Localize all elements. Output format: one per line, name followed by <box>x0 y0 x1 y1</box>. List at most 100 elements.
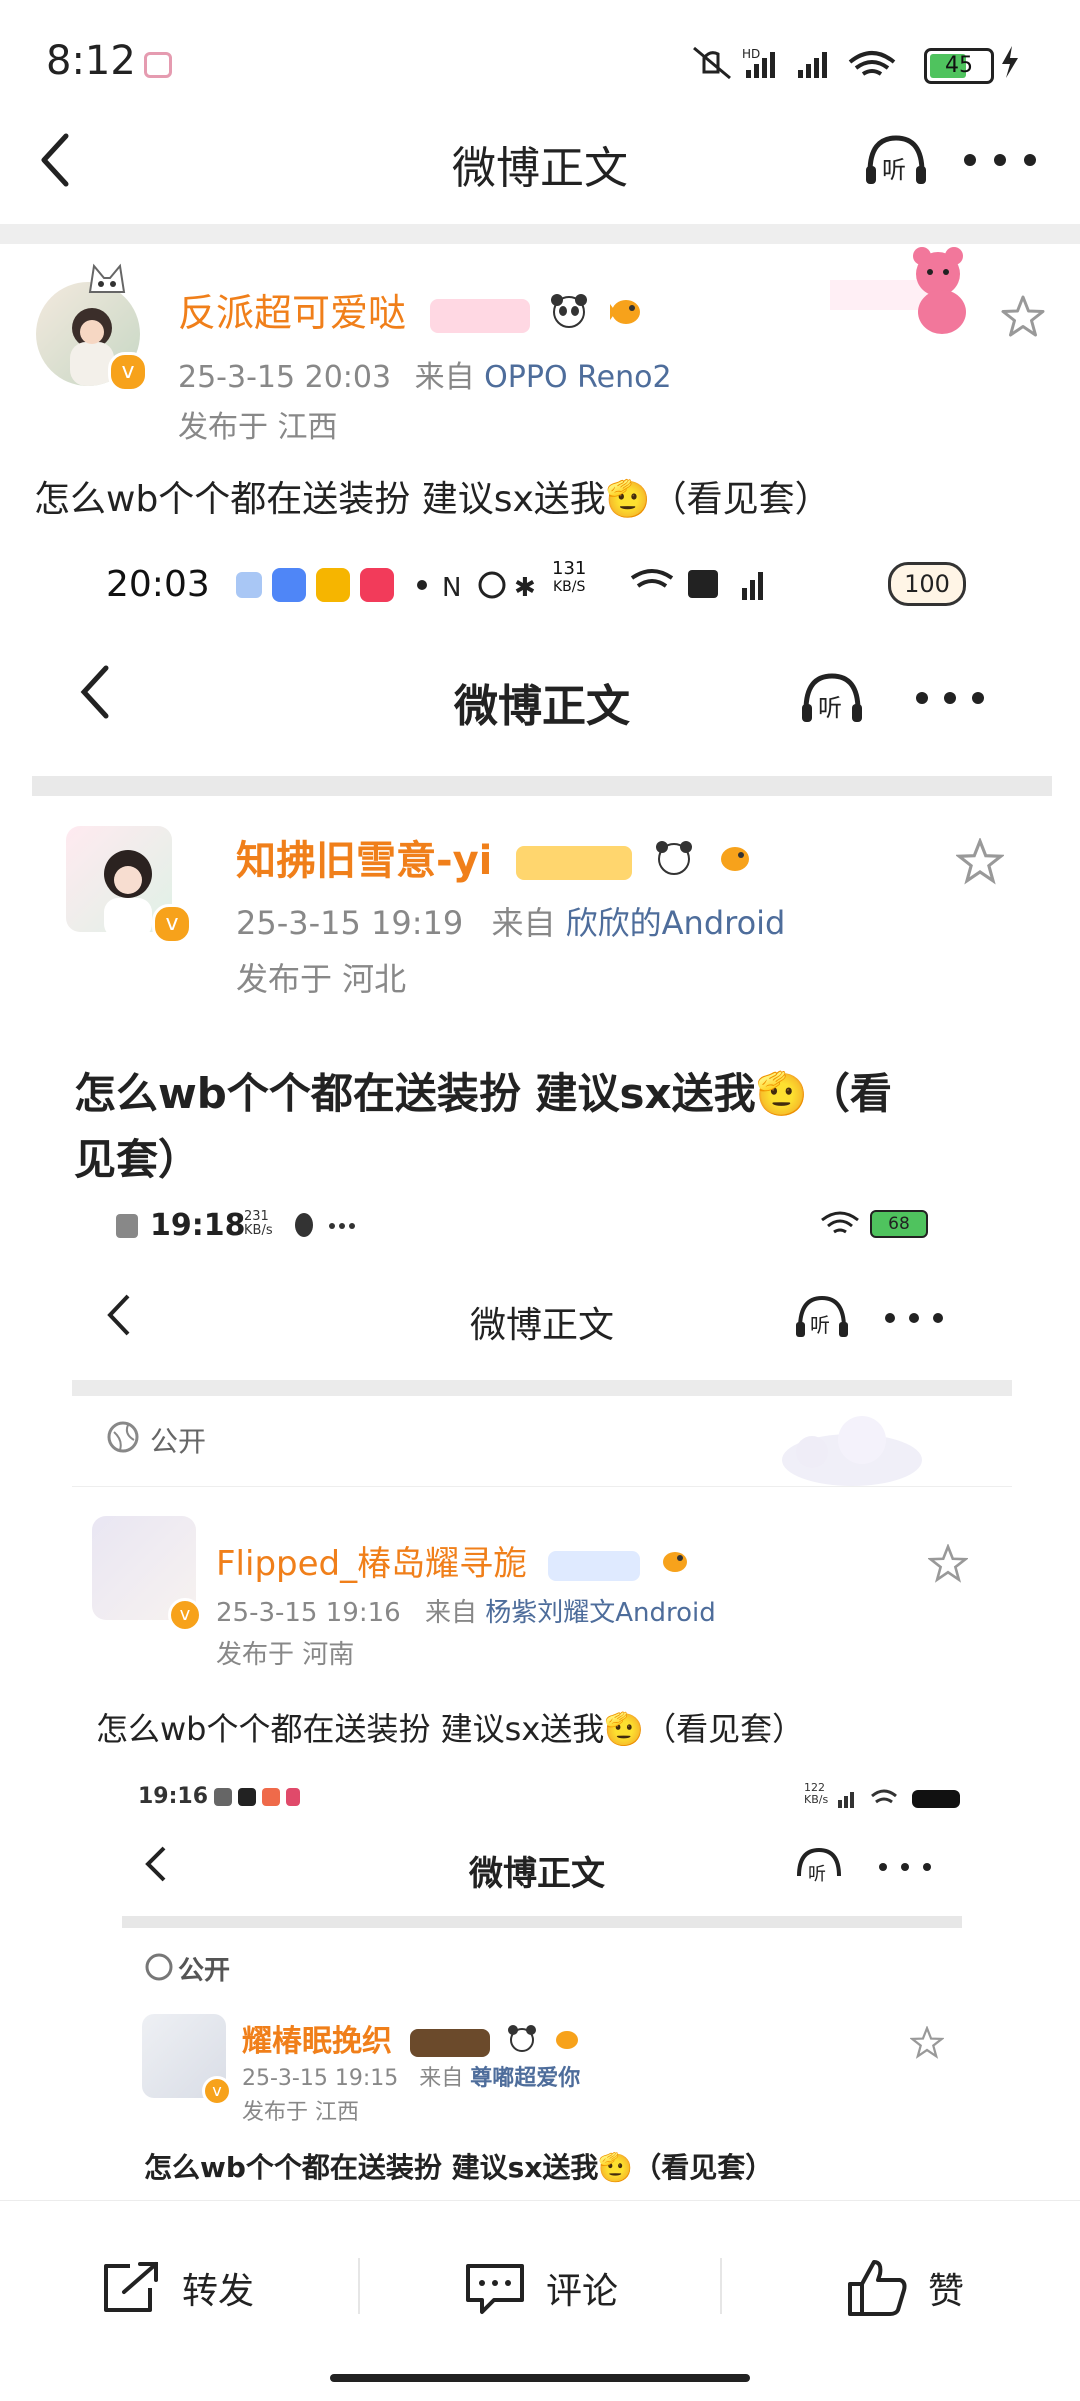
shot2-username: Flipped_椿岛耀寻旎 <box>216 1536 691 1587</box>
repost-button[interactable]: 转发 <box>100 2250 254 2326</box>
comment-label: 评论 <box>546 2271 619 2312</box>
shot2-badge-icon <box>547 1550 640 1581</box>
action-separator <box>720 2258 722 2314</box>
svg-text:听: 听 <box>808 1864 826 1885</box>
bear-decoration-icon <box>830 247 966 334</box>
shot1-meta: 25-3-15 19:19 来自 欣欣的Android <box>236 904 786 942</box>
hd-label: HD <box>742 47 760 61</box>
shot2-location: 发布于 河南 <box>216 1640 355 1670</box>
home-indicator[interactable] <box>330 2374 750 2382</box>
shot3-panda-icon <box>507 2024 537 2062</box>
svg-text:听: 听 <box>810 1313 830 1337</box>
action-separator <box>358 2258 360 2314</box>
shot2-divider <box>72 1380 1012 1396</box>
notification-icon <box>144 52 172 78</box>
shot2-visibility: 公开 <box>150 1425 207 1458</box>
shot2-more-icon <box>885 1313 943 1323</box>
svg-text:听: 听 <box>818 694 842 722</box>
shot3-verified-icon: v <box>202 2076 232 2106</box>
shot1-title: 微博正文 <box>454 681 630 732</box>
post-location: 发布于 江西 <box>178 410 338 445</box>
shot2-listen-icon: 听 <box>796 1295 848 1337</box>
shot3-text: 怎么wb个个都在送装扮 建议sx送我🫡（看见套） <box>144 2151 774 2184</box>
post-text: 怎么wb个个都在送装扮 建议sx送我🫡（看见套） <box>34 479 831 520</box>
thumbs-up-icon <box>848 2260 907 2316</box>
status-time: 8:12 <box>46 38 136 84</box>
shot1-username: 知拂旧雪意-yi <box>236 828 754 888</box>
fish-icon <box>606 292 644 339</box>
shot2-app-icon <box>116 1214 138 1238</box>
shot3-divider <box>122 1916 962 1928</box>
signal-icon-2 <box>798 52 827 78</box>
like-button[interactable]: 赞 <box>846 2250 964 2326</box>
shot1-verified-icon: v <box>152 904 192 944</box>
repost-icon <box>104 2262 158 2312</box>
shot3-title: 微博正文 <box>469 1854 605 1894</box>
embedded-screenshot-1[interactable]: 20:03 N ✱ 131 KB/S 100 微博正文 听 v 知拂旧雪意-yi <box>32 540 1052 2210</box>
embedded-screenshot-3: 19:16 122 KB/s 微博正文 听 公开 v 耀椿眠挽织 25-3-15 … <box>92 1780 982 2200</box>
shot2-title: 微博正文 <box>469 1305 614 1346</box>
charging-icon <box>1002 46 1018 78</box>
shot3-globe-icon <box>145 1953 173 1981</box>
shot2-speed: 231 KB/s <box>244 1209 273 1238</box>
post-username[interactable]: 反派超可爱哒 <box>178 282 644 339</box>
shot1-battery: 100 <box>888 562 966 606</box>
shot3-star-icon <box>910 2026 944 2059</box>
shot1-panda-icon <box>654 838 694 888</box>
like-label: 赞 <box>928 2271 965 2312</box>
cat-decoration-icon <box>88 263 126 293</box>
shot2-status-time: 19:18 <box>150 1208 246 1243</box>
shot3-badge-icon <box>410 2028 491 2057</box>
shot1-status-time: 20:03 <box>106 564 210 605</box>
comment-icon <box>466 2264 524 2314</box>
shot3-username: 耀椿眠挽织 <box>242 2016 581 2062</box>
post-meta: 25-3-15 20:03 来自 OPPO Reno2 <box>178 360 672 395</box>
shot3-app-icons <box>214 1788 300 1806</box>
shot1-text-line1: 怎么wb个个都在送装扮 建议sx送我🫡（看 <box>74 1069 892 1118</box>
shot2-battery: 68 <box>870 1210 928 1238</box>
svg-text:N: N <box>442 573 461 603</box>
repost-label: 转发 <box>182 2271 255 2312</box>
shot3-fish-icon <box>551 2024 581 2062</box>
shot1-star-icon <box>956 838 1004 885</box>
shot2-star-icon <box>928 1544 968 1583</box>
favorite-star-icon[interactable] <box>1000 294 1046 340</box>
shot3-status-icons <box>838 1789 960 1808</box>
shot1-divider <box>32 776 1052 796</box>
shot3-location: 发布于 江西 <box>242 2100 359 2125</box>
shot2-verified-icon: v <box>168 1598 202 1632</box>
shot1-listen-icon: 听 <box>802 673 862 722</box>
shot2-meta: 25-3-15 19:16 来自 杨紫刘耀文Android <box>216 1598 716 1628</box>
shot3-status-time: 19:16 <box>138 1784 209 1809</box>
svg-text:听: 听 <box>882 156 906 184</box>
shot1-speed-indicator: 131 KB/S <box>552 558 587 596</box>
shot3-listen-icon: 听 <box>797 1847 841 1885</box>
shot1-more-icon <box>916 692 984 704</box>
shot3-speed: 122 KB/s <box>804 1781 829 1806</box>
shot2-fish-icon <box>657 1544 691 1587</box>
shot3-more-icon <box>879 1863 931 1871</box>
source-link[interactable]: OPPO Reno2 <box>484 360 671 395</box>
shot1-fish-icon <box>714 838 754 888</box>
embedded-screenshot-2: 19:18 231 KB/s 68 微博正文 听 公开 v Flipped_椿岛耀… <box>72 1200 1022 2200</box>
shot1-text-line2: 见套） <box>74 1135 201 1184</box>
mute-icon <box>693 46 731 80</box>
shot2-text: 怎么wb个个都在送装扮 建议sx送我🫡（看见套） <box>96 1710 805 1748</box>
more-icon[interactable] <box>960 150 1040 170</box>
listen-icon[interactable]: 听 <box>862 132 930 188</box>
svg-text:✱: ✱ <box>514 573 536 603</box>
status-bar: 8:12 HD 45 <box>0 0 1080 120</box>
shot2-qq-more-icon <box>295 1213 355 1237</box>
shot2-cloud-decoration-icon <box>782 1416 922 1486</box>
shot2-wifi-icon <box>821 1211 859 1234</box>
shot3-visibility: 公开 <box>178 1956 231 1986</box>
shot1-location: 发布于 河北 <box>236 960 407 998</box>
shot1-status-icons: N ✱ <box>236 568 763 603</box>
battery-indicator: 45 <box>924 48 994 84</box>
verified-badge-icon: v <box>108 352 148 392</box>
comment-button[interactable]: 评论 <box>464 2250 618 2326</box>
shot1-crown-badge-icon <box>516 846 633 880</box>
panda-icon <box>550 292 588 339</box>
shot2-separator <box>72 1486 1012 1487</box>
member-badge-icon <box>430 298 531 333</box>
